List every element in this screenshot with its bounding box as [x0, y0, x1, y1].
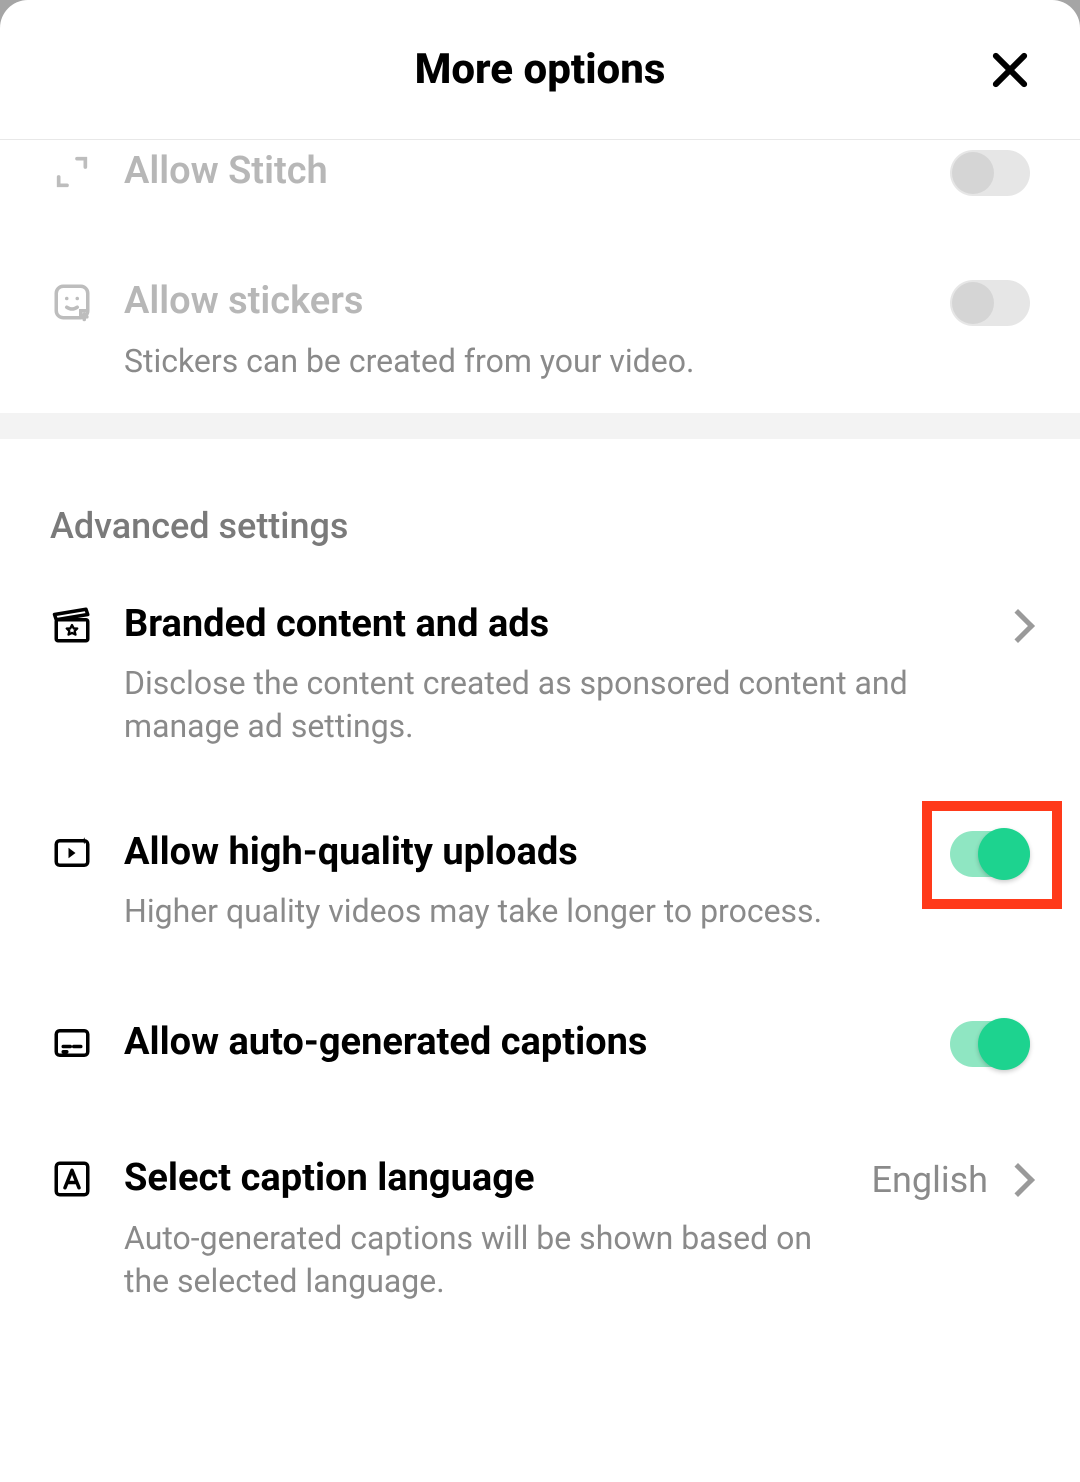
section-divider: [0, 413, 1080, 439]
sheet-title: More options: [415, 45, 666, 94]
row-title: Branded content and ads: [124, 601, 986, 649]
toggle-auto-captions[interactable]: [950, 1021, 1030, 1067]
row-subtitle: Higher quality videos may take longer to…: [124, 890, 930, 933]
chevron-right-icon: [1001, 1163, 1035, 1197]
row-title: Allow stickers: [124, 278, 930, 326]
close-icon[interactable]: [986, 46, 1034, 94]
video-hq-icon: [50, 831, 94, 875]
row-subtitle: Stickers can be created from your video.: [124, 340, 930, 383]
row-hq-uploads: Allow high-quality uploads Higher qualit…: [0, 779, 1080, 964]
row-caption-language[interactable]: Select caption language Auto-generated c…: [0, 1099, 1080, 1333]
row-title: Allow high-quality uploads: [124, 829, 930, 877]
language-icon: [50, 1157, 94, 1201]
row-allow-stickers: Allow stickers Stickers can be created f…: [0, 228, 1080, 413]
sheet-header: More options: [0, 0, 1080, 140]
row-subtitle: Disclose the content created as sponsore…: [124, 662, 986, 748]
toggle-hq-uploads[interactable]: [950, 831, 1030, 877]
clapper-icon: [50, 603, 94, 647]
toggle-allow-stitch[interactable]: [950, 150, 1030, 196]
captions-icon: [50, 1021, 94, 1065]
stitch-icon: [50, 150, 94, 194]
row-title: Select caption language: [124, 1155, 852, 1203]
row-branded-content[interactable]: Branded content and ads Disclose the con…: [0, 571, 1080, 779]
row-title: Allow auto-generated captions: [124, 1019, 930, 1067]
row-subtitle: Auto-generated captions will be shown ba…: [124, 1217, 852, 1303]
more-options-sheet: More options Allow Stitch: [0, 0, 1080, 1482]
chevron-right-icon: [1001, 609, 1035, 643]
row-auto-captions: Allow auto-generated captions: [0, 963, 1080, 1099]
section-advanced-settings: Advanced settings: [0, 439, 1080, 571]
row-title: Allow Stitch: [124, 148, 930, 196]
sticker-icon: [50, 280, 94, 324]
toggle-allow-stickers[interactable]: [950, 280, 1030, 326]
row-allow-stitch: Allow Stitch: [0, 140, 1080, 228]
caption-language-value: English: [872, 1159, 988, 1201]
